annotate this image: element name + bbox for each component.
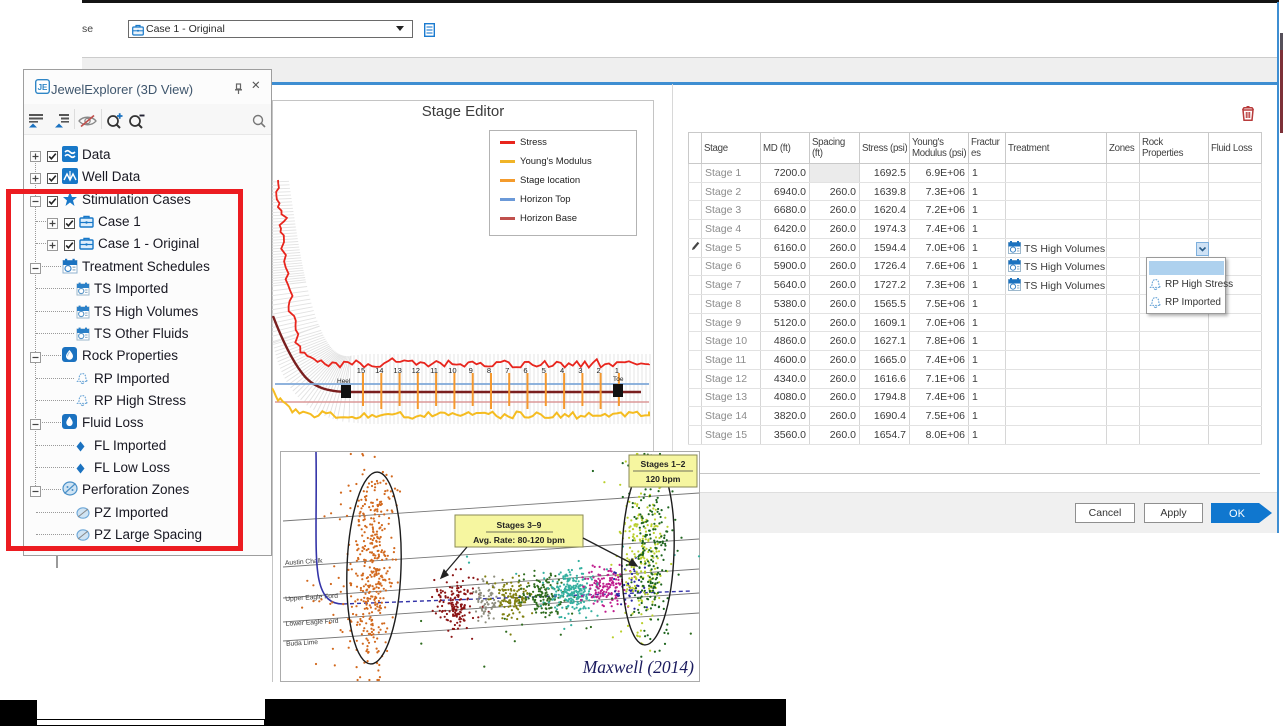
svg-text:Maxwell (2014): Maxwell (2014) — [582, 657, 694, 677]
svg-text:Stages 3–9: Stages 3–9 — [497, 520, 542, 530]
svg-text:14: 14 — [375, 366, 383, 375]
svg-text:11: 11 — [430, 366, 438, 375]
svg-text:Stages 1–2: Stages 1–2 — [641, 459, 686, 469]
svg-text:8: 8 — [487, 366, 491, 375]
svg-text:1: 1 — [615, 366, 619, 375]
svg-text:Heel: Heel — [337, 378, 351, 385]
svg-text:Buda Lime: Buda Lime — [286, 639, 319, 648]
svg-text:OK: OK — [1229, 508, 1246, 520]
svg-text:5: 5 — [542, 366, 546, 375]
svg-text:9: 9 — [469, 366, 473, 375]
svg-text:2: 2 — [596, 366, 600, 375]
svg-text:4: 4 — [560, 366, 564, 375]
svg-text:15: 15 — [357, 366, 365, 375]
svg-text:Lower Eagle Ford: Lower Eagle Ford — [286, 618, 339, 628]
svg-text:12: 12 — [412, 366, 420, 375]
svg-text:10: 10 — [448, 366, 456, 375]
svg-text:7: 7 — [505, 366, 509, 375]
svg-text:3: 3 — [578, 366, 582, 375]
svg-text:Avg. Rate: 80-120 bpm: Avg. Rate: 80-120 bpm — [473, 535, 565, 545]
svg-text:Toe: Toe — [613, 376, 624, 383]
svg-text:120 bpm: 120 bpm — [646, 474, 681, 484]
svg-text:6: 6 — [523, 366, 527, 375]
svg-text:13: 13 — [393, 366, 401, 375]
